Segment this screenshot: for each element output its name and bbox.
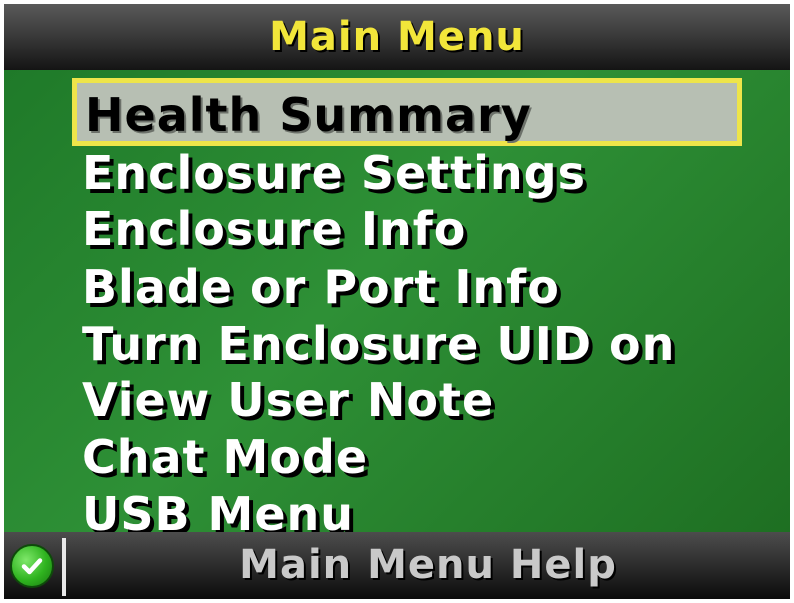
help-button[interactable]: Main Menu Help — [66, 532, 790, 599]
lcd-screen: Main Menu Health Summary Enclosure Setti… — [4, 4, 790, 599]
title-bar: Main Menu — [4, 4, 790, 70]
menu-item-health-summary[interactable]: Health Summary — [72, 78, 742, 146]
menu-item-view-user-note[interactable]: View User Note — [82, 373, 494, 427]
menu-item-chat-mode[interactable]: Chat Mode — [82, 430, 368, 484]
status-indicator — [4, 532, 60, 599]
main-menu: Health Summary Enclosure Settings Enclos… — [4, 70, 790, 541]
checkmark-icon — [21, 557, 43, 574]
menu-item-turn-enclosure-uid-on[interactable]: Turn Enclosure UID on — [82, 317, 675, 371]
check-circle-icon — [10, 543, 54, 588]
menu-item-blade-or-port-info[interactable]: Blade or Port Info — [82, 260, 560, 314]
page-title: Main Menu — [269, 14, 525, 60]
menu-item-enclosure-info[interactable]: Enclosure Info — [82, 202, 466, 256]
menu-item-enclosure-settings[interactable]: Enclosure Settings — [82, 146, 586, 200]
footer-bar: Main Menu Help — [4, 532, 790, 599]
